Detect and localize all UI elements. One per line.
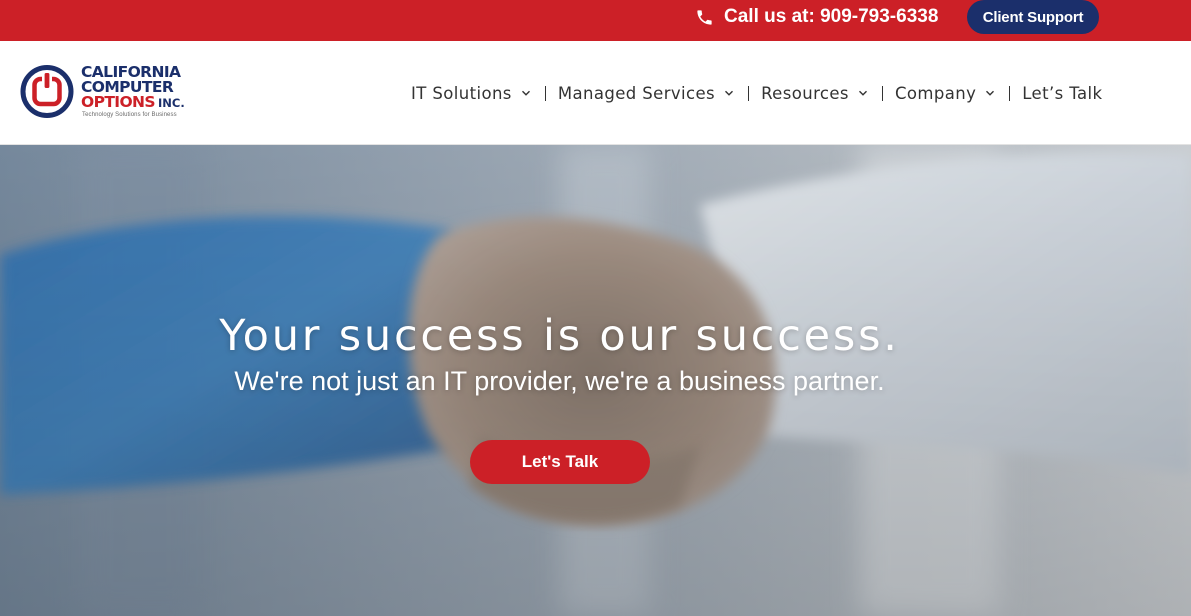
- client-support-button[interactable]: Client Support: [967, 0, 1099, 34]
- logo-tagline: Technology Solutions for Business: [82, 112, 177, 118]
- nav-it-solutions[interactable]: IT Solutions: [411, 84, 531, 103]
- nav-managed-services[interactable]: Managed Services: [558, 84, 734, 103]
- chevron-down-icon: [521, 90, 530, 96]
- call-us-label: Call us at: 909-793-6338: [724, 6, 939, 27]
- chevron-down-icon: [986, 90, 995, 96]
- nav-divider: [544, 85, 546, 101]
- nav-divider: [1009, 85, 1011, 101]
- nav-managed-services-label: Managed Services: [557, 83, 716, 103]
- nav-lets-talk[interactable]: Let’s Talk: [1022, 84, 1102, 103]
- nav-lets-talk-label: Let’s Talk: [1022, 83, 1103, 103]
- hero-section: Your success is our success. We're not j…: [0, 145, 1191, 616]
- site-header: CALIFORNIA COMPUTER OPTIONS INC. Technolo…: [0, 41, 1191, 145]
- hero-headline: Your success is our success.: [219, 311, 900, 361]
- nav-divider: [748, 85, 750, 101]
- nav-it-solutions-label: IT Solutions: [411, 83, 512, 103]
- logo-text-inc: INC.: [158, 96, 185, 110]
- nav-resources-label: Resources: [761, 83, 849, 103]
- nav-company-label: Company: [894, 83, 977, 103]
- hero-subheadline: We're not just an IT provider, we're a b…: [234, 366, 885, 396]
- call-us-link[interactable]: Call us at: 909-793-6338: [695, 5, 938, 29]
- top-bar: Call us at: 909-793-6338 Client Support: [0, 0, 1191, 41]
- main-nav: IT Solutions Managed Services Resources …: [411, 82, 1102, 104]
- chevron-down-icon: [725, 90, 734, 96]
- chevron-down-icon: [858, 90, 867, 96]
- nav-company[interactable]: Company: [895, 84, 995, 103]
- nav-divider: [881, 85, 883, 101]
- company-logo[interactable]: CALIFORNIA COMPUTER OPTIONS INC. Technolo…: [20, 64, 225, 124]
- logo-text-options: OPTIONS: [81, 93, 156, 111]
- logo-mark-icon: [20, 65, 74, 118]
- phone-icon: [695, 8, 714, 27]
- logo-text-line3: OPTIONS INC.: [81, 93, 185, 111]
- nav-resources[interactable]: Resources: [761, 84, 868, 103]
- lets-talk-button[interactable]: Let's Talk: [470, 440, 650, 484]
